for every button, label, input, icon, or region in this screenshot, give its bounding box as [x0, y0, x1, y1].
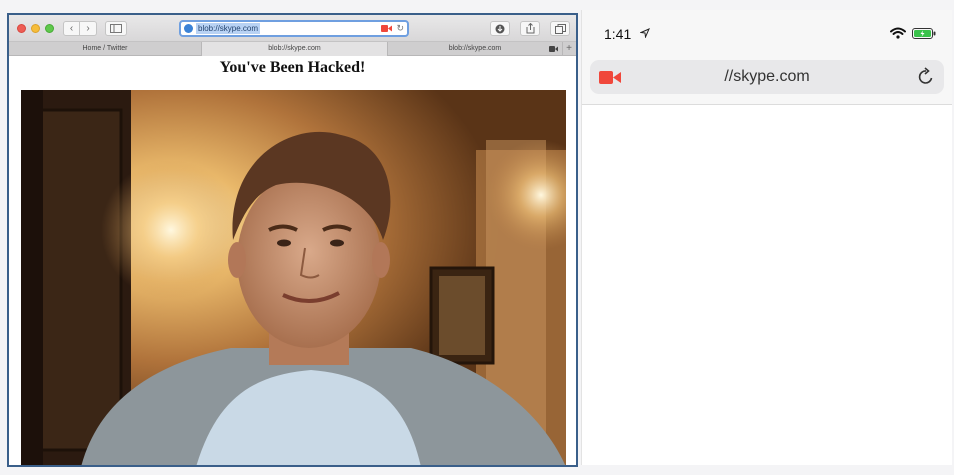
ios-address-bar-url: //skype.com [724, 68, 810, 85]
camera-in-use-icon [549, 46, 558, 52]
forward-button[interactable]: › [80, 21, 97, 36]
close-window-button[interactable] [17, 24, 26, 33]
tab-blob-skype[interactable]: blob://skype.com [388, 42, 563, 56]
tab-bar: Home / Twitter blob://skype.com blob://s… [9, 42, 576, 56]
share-icon [526, 22, 534, 34]
address-bar[interactable]: blob://skype.com ↻ [179, 20, 409, 37]
sidebar-toggle-button[interactable] [105, 21, 127, 36]
tab-label: Home / Twitter [82, 45, 128, 52]
maximize-window-button[interactable] [45, 24, 54, 33]
ios-address-bar[interactable]: //skype.com [590, 60, 944, 94]
screenshot-stage: ‹ › blob://skype.com ↻ Home / Twitter bl… [0, 0, 954, 475]
tabs-overview-icon [554, 24, 566, 34]
new-tab-button[interactable]: + [566, 42, 572, 55]
address-bar-url: blob://skype.com [196, 23, 261, 34]
tab-label: blob://skype.com [268, 45, 321, 52]
reload-button[interactable]: ↻ [396, 22, 404, 34]
back-button[interactable]: ‹ [63, 21, 80, 36]
ios-safari-panel: 1:41 //skype.com [581, 10, 952, 465]
tab-home-twitter[interactable]: Home / Twitter [9, 42, 202, 56]
battery-icon [912, 28, 936, 39]
safari-toolbar: ‹ › blob://skype.com ↻ [9, 15, 576, 42]
mac-safari-window: ‹ › blob://skype.com ↻ Home / Twitter bl… [7, 13, 578, 467]
ios-top-bar: 1:41 //skype.com [582, 10, 952, 105]
tab-label: blob://skype.com [448, 45, 502, 52]
webcam-video-feed [21, 90, 566, 465]
camera-in-use-icon[interactable] [381, 25, 392, 32]
sidebar-icon [110, 24, 122, 33]
status-bar-time: 1:41 [604, 26, 632, 42]
downloads-button[interactable] [490, 21, 510, 36]
share-button[interactable] [520, 21, 540, 36]
wifi-icon [890, 27, 906, 39]
page-title: You've Been Hacked! [219, 59, 366, 76]
download-icon [495, 24, 505, 34]
location-arrow-icon [640, 28, 650, 38]
tab-blob-skype-active[interactable]: blob://skype.com [202, 42, 388, 56]
tab-overview-button[interactable] [550, 21, 570, 36]
reload-icon[interactable] [916, 67, 936, 87]
minimize-window-button[interactable] [31, 24, 40, 33]
globe-icon [184, 24, 193, 33]
